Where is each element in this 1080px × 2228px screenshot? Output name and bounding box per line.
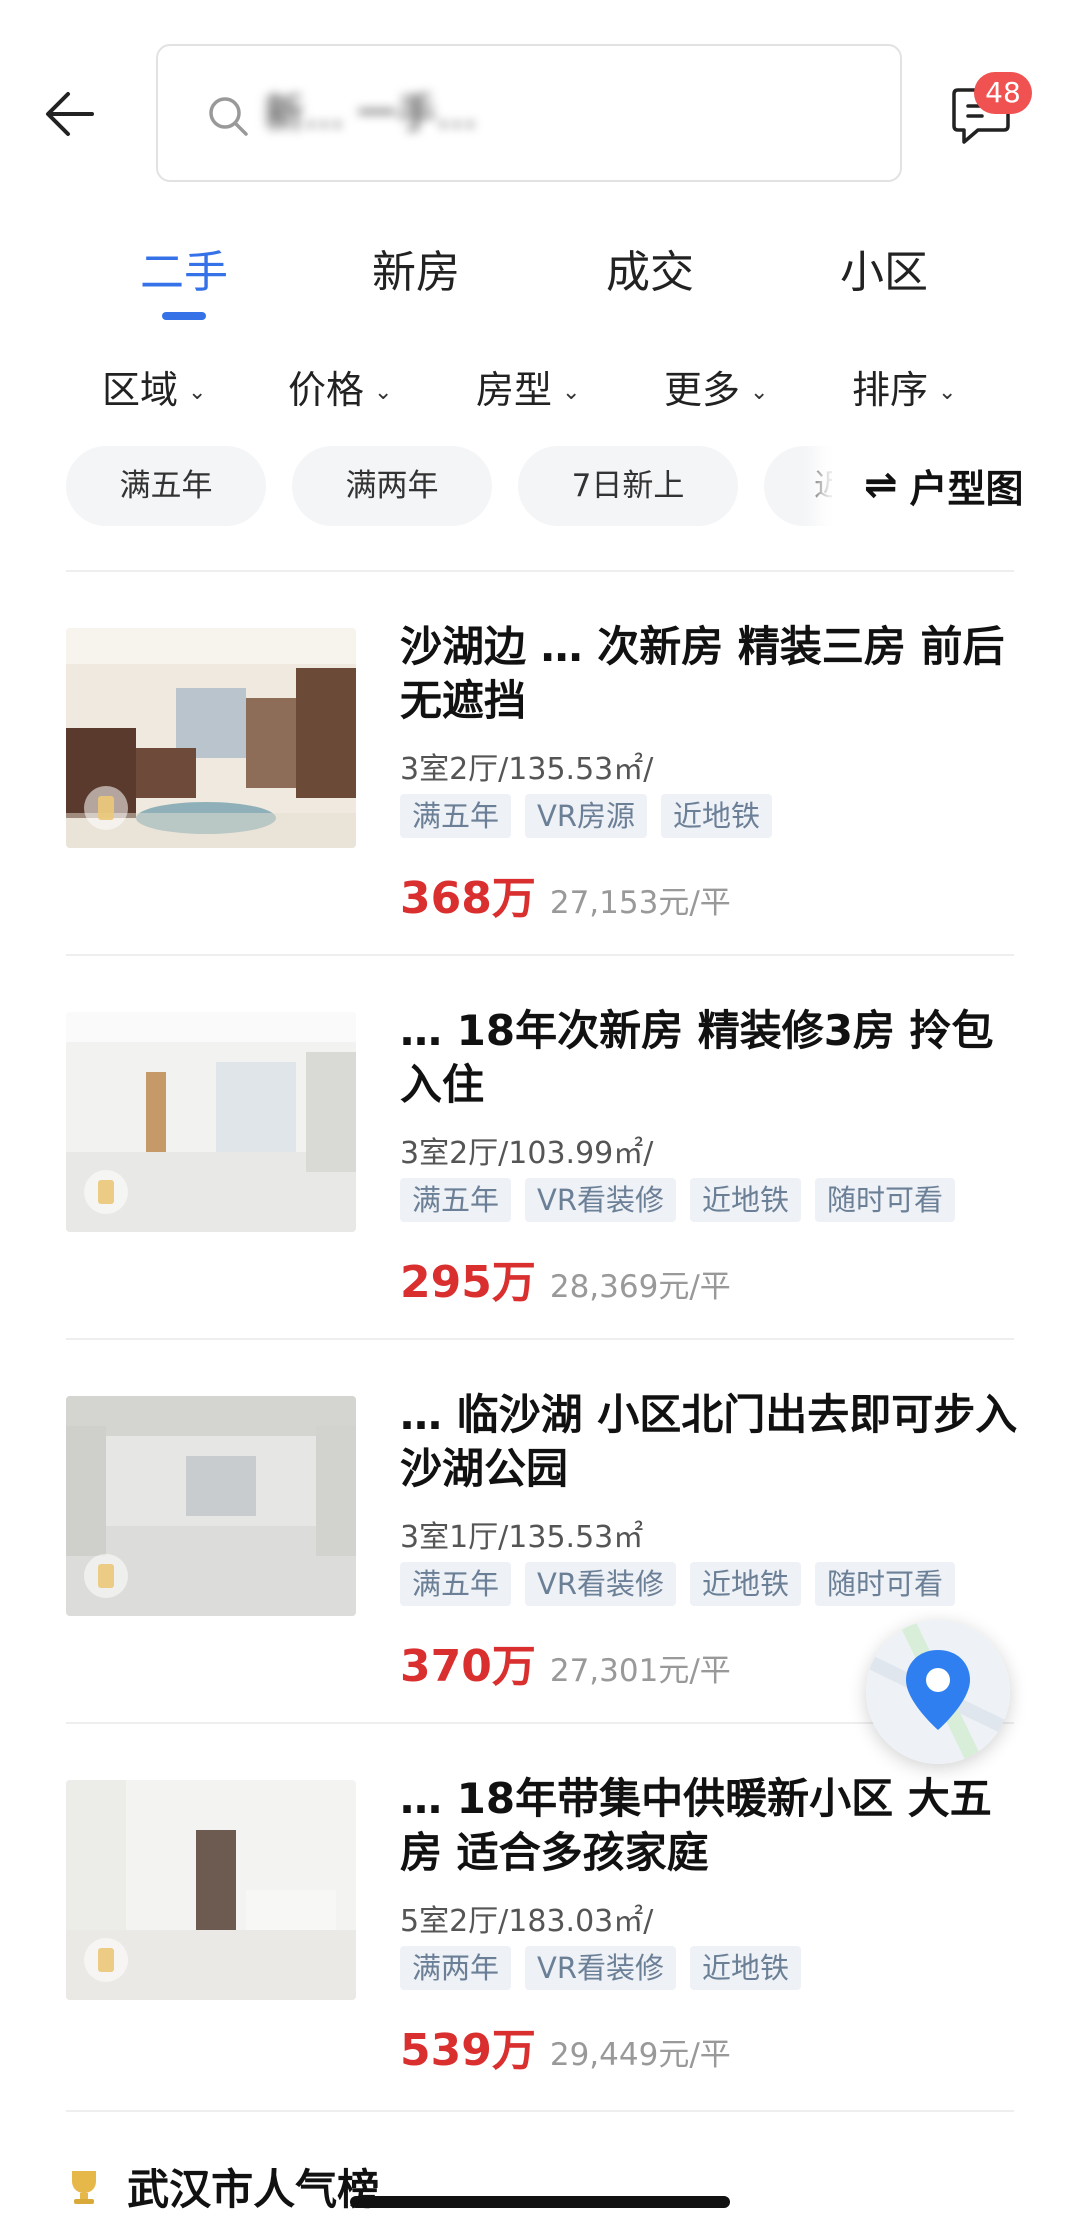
vr-badge-icon [84, 1554, 128, 1598]
vr-badge-icon [84, 1938, 128, 1982]
filter-area[interactable]: 区域 ⌄ [102, 360, 206, 420]
search-icon [209, 97, 248, 136]
filter-sort-label: 排序 [852, 368, 929, 412]
listing-tag: 满两年 [400, 1946, 512, 1990]
tab-new-homes[interactable]: 新房 [372, 236, 460, 300]
listing-specs: 5室2厅/183.03㎡/ [400, 1904, 654, 1939]
filter-room-type[interactable]: 房型 ⌄ [476, 360, 580, 420]
vr-badge-icon [84, 1170, 128, 1214]
filter-price-label: 价格 [288, 368, 365, 412]
chevron-down-icon: ⌄ [938, 379, 957, 405]
listing-tags: 满五年 VR看装修 近地铁 随时可看 [400, 1178, 969, 1226]
listing-tag: VR看装修 [525, 1562, 677, 1606]
search-bar[interactable]: 新… 一手… [156, 44, 902, 182]
chip-over-two-years[interactable]: 满两年 [292, 446, 492, 526]
filter-sort[interactable]: 排序 ⌄ [852, 360, 956, 420]
popular-ranking-header[interactable]: 武汉市人气榜 [66, 2156, 379, 2216]
unit-price: 28,369元/平 [549, 1269, 731, 1305]
chevron-down-icon: ⌄ [562, 379, 581, 405]
listing-tag: VR看装修 [525, 1178, 677, 1222]
listing-price: 368万 27,153元/平 [400, 862, 731, 926]
listing-tag: VR看装修 [525, 1946, 677, 1990]
listing-tag: 近地铁 [690, 1562, 802, 1606]
filter-bar: 区域 ⌄ 价格 ⌄ 房型 ⌄ 更多 ⌄ 排序 ⌄ [0, 360, 1080, 420]
listing-price: 295万 28,369元/平 [400, 1246, 731, 1310]
message-count-badge: 48 [974, 72, 1032, 114]
back-arrow-icon[interactable] [40, 82, 104, 146]
listing-tag: VR房源 [525, 794, 648, 838]
listing-specs: 3室2厅/103.99㎡/ [400, 1136, 654, 1171]
listing-tag: 近地铁 [661, 794, 773, 838]
total-price: 539万 [400, 2025, 536, 2076]
filter-area-label: 区域 [102, 368, 179, 412]
trophy-icon [72, 2170, 96, 2204]
map-button[interactable] [866, 1620, 1010, 1764]
listing-tag: 近地铁 [690, 1946, 802, 1990]
floor-plan-button[interactable]: ⇌ 户型图 [832, 430, 1080, 540]
listing-specs: 3室1厅/135.53㎡ [400, 1520, 644, 1555]
listing-specs: 3室2厅/135.53㎡/ [400, 752, 654, 787]
listing-price: 370万 27,301元/平 [400, 1630, 731, 1694]
chip-over-five-years[interactable]: 满五年 [66, 446, 266, 526]
listing-tags: 满五年 VR房源 近地铁 [400, 794, 786, 842]
filter-more[interactable]: 更多 ⌄ [664, 360, 768, 420]
listing-photo [66, 1012, 356, 1232]
listing-title: 沙湖边 … 次新房 精装三房 前后无遮挡 [400, 622, 1005, 725]
listing-tags: 满五年 VR看装修 近地铁 随时可看 [400, 1562, 969, 1610]
unit-price: 27,301元/平 [549, 1653, 731, 1689]
vr-badge-icon [84, 786, 128, 830]
chevron-down-icon: ⌄ [188, 379, 207, 405]
total-price: 295万 [400, 1257, 536, 1308]
chip-new-in-7-days[interactable]: 7日新上 [518, 446, 738, 526]
listing-tag: 随时可看 [815, 1178, 956, 1222]
listing-tag: 近地铁 [690, 1178, 802, 1222]
search-query-text: 新… 一手… [264, 91, 477, 137]
active-tab-indicator [162, 312, 206, 320]
filter-more-label: 更多 [664, 368, 741, 412]
floor-plan-label: 户型图 [909, 466, 1024, 511]
listing-card[interactable]: … 18年带集中供暖新小区 大五房 适合多孩家庭 5室2厅/183.03㎡/ 满… [0, 1724, 1080, 2104]
swap-arrows-icon: ⇌ [864, 462, 898, 508]
listing-tag: 满五年 [400, 1562, 512, 1606]
tab-second-hand[interactable]: 二手 [140, 236, 228, 300]
listing-tag: 满五年 [400, 1178, 512, 1222]
listing-card[interactable]: … 18年次新房 精装修3房 拎包入住 3室2厅/103.99㎡/ 满五年 VR看… [0, 956, 1080, 1336]
listing-price: 539万 29,449元/平 [400, 2014, 731, 2078]
home-indicator [350, 2196, 730, 2208]
tab-deals[interactable]: 成交 [606, 236, 694, 300]
unit-price: 27,153元/平 [549, 885, 731, 921]
divider [66, 2110, 1014, 2112]
unit-price: 29,449元/平 [549, 2037, 731, 2073]
listing-photo [66, 628, 356, 848]
chevron-down-icon: ⌄ [374, 379, 393, 405]
listing-tag: 随时可看 [815, 1562, 956, 1606]
listing-photo [66, 1780, 356, 2000]
popular-ranking-title: 武汉市人气榜 [127, 2165, 380, 2214]
chevron-down-icon: ⌄ [750, 379, 769, 405]
listing-tag: 满五年 [400, 794, 512, 838]
listing-photo [66, 1396, 356, 1616]
listing-title: … 18年次新房 精装修3房 拎包入住 [400, 1006, 994, 1109]
listing-title: … 18年带集中供暖新小区 大五房 适合多孩家庭 [400, 1774, 992, 1877]
total-price: 368万 [400, 873, 536, 924]
listing-tags: 满两年 VR看装修 近地铁 [400, 1946, 815, 1994]
tab-communities[interactable]: 小区 [840, 236, 928, 300]
listing-card[interactable]: 沙湖边 … 次新房 精装三房 前后无遮挡 3室2厅/135.53㎡/ 满五年 VR… [0, 572, 1080, 952]
filter-price[interactable]: 价格 ⌄ [288, 360, 392, 420]
map-pin-icon [866, 1620, 1010, 1764]
listing-title: … 临沙湖 小区北门出去即可步入沙湖公园 [400, 1390, 1018, 1493]
total-price: 370万 [400, 1641, 536, 1692]
filter-room-type-label: 房型 [476, 368, 553, 412]
